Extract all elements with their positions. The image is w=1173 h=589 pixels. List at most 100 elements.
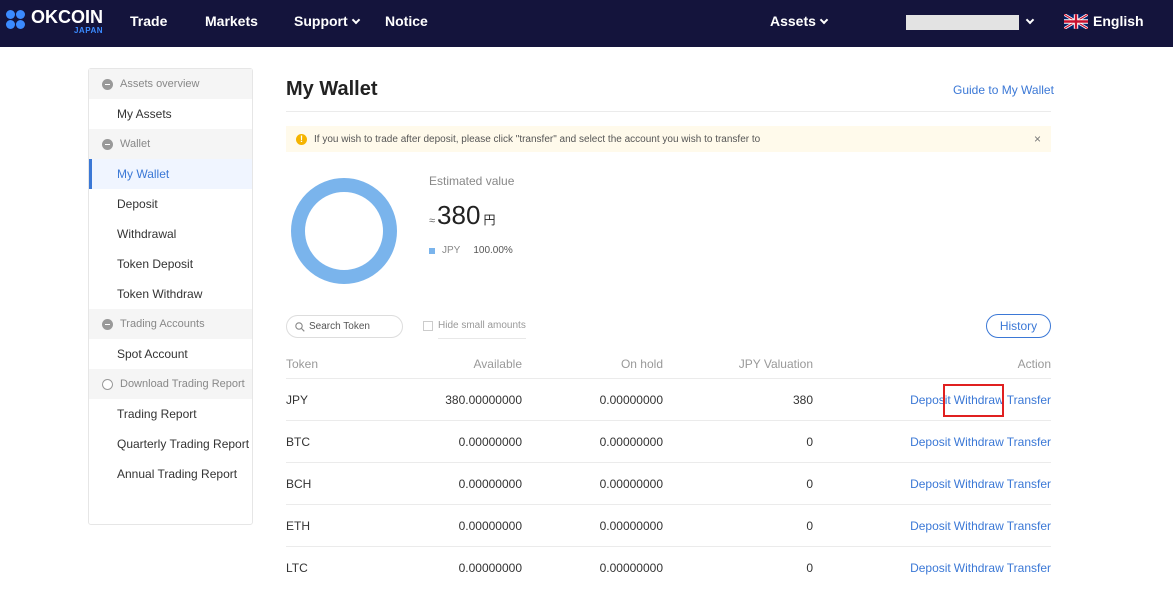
- table-row: BTC 0.00000000 0.00000000 0 Deposit Withd…: [286, 421, 1051, 463]
- close-icon[interactable]: ×: [1034, 132, 1041, 146]
- sidebar-item-trading-report[interactable]: Trading Report: [89, 399, 252, 429]
- withdraw-link[interactable]: Withdraw: [954, 477, 1004, 491]
- estimated-value-number: 380: [437, 200, 481, 230]
- valuation-cell: 0: [806, 477, 813, 491]
- withdraw-link[interactable]: Withdraw: [954, 435, 1004, 449]
- on-hold-cell: 0.00000000: [599, 435, 663, 449]
- sidebar-group-download-report: Download Trading Report: [89, 369, 252, 399]
- sidebar-item-spot-account[interactable]: Spot Account: [89, 339, 252, 369]
- search-icon: [295, 321, 305, 332]
- transfer-link[interactable]: Transfer: [1007, 477, 1051, 491]
- estimated-value-unit: 円: [483, 213, 496, 227]
- transfer-link[interactable]: Transfer: [1007, 435, 1051, 449]
- token-cell: BTC: [286, 435, 310, 449]
- transfer-notice: ! If you wish to trade after deposit, pl…: [286, 126, 1051, 152]
- sidebar-group-label: Download Trading Report: [120, 378, 245, 390]
- history-button[interactable]: History: [986, 314, 1051, 338]
- withdraw-link[interactable]: Withdraw: [954, 519, 1004, 533]
- table-row: LTC 0.00000000 0.00000000 0 Deposit Withd…: [286, 547, 1051, 589]
- transfer-link[interactable]: Transfer: [1007, 561, 1051, 575]
- sidebar-item-annual-report[interactable]: Annual Trading Report: [89, 459, 252, 489]
- token-cell: JPY: [286, 393, 309, 407]
- hide-small-underline: [438, 338, 526, 339]
- notice-text: If you wish to trade after deposit, plea…: [314, 133, 761, 145]
- nav-trade[interactable]: Trade: [130, 13, 167, 29]
- sidebar-item-withdrawal[interactable]: Withdrawal: [89, 219, 252, 249]
- hide-small-checkbox[interactable]: [423, 320, 433, 331]
- sidebar-group-label: Trading Accounts: [120, 318, 205, 330]
- user-menu-toggle[interactable]: [1022, 13, 1035, 29]
- logo-main-text: OKCOIN: [31, 7, 103, 27]
- col-action: Action: [1017, 357, 1051, 371]
- sidebar-item-token-deposit[interactable]: Token Deposit: [89, 249, 252, 279]
- withdraw-link[interactable]: Withdraw: [954, 561, 1004, 575]
- sidebar-group-label: Wallet: [120, 138, 151, 150]
- transfer-link[interactable]: Transfer: [1007, 519, 1051, 533]
- nav-support-label: Support: [294, 13, 348, 29]
- sidebar-group-label: Assets overview: [120, 78, 200, 90]
- sidebar-item-deposit[interactable]: Deposit: [89, 189, 252, 219]
- available-cell: 0.00000000: [458, 435, 522, 449]
- logo-text: OKCOIN JAPAN: [31, 8, 103, 35]
- on-hold-cell: 0.00000000: [599, 561, 663, 575]
- chevron-down-icon: [819, 15, 829, 25]
- token-cell: LTC: [286, 561, 308, 575]
- wallet-icon: [102, 138, 113, 150]
- okcoin-logo[interactable]: OKCOIN JAPAN: [6, 8, 103, 35]
- sidebar-group-wallet: Wallet: [89, 129, 252, 159]
- action-cell: Deposit Withdraw Transfer: [907, 519, 1051, 533]
- asset-donut-chart: [291, 178, 397, 284]
- table-row: JPY 380.00000000 0.00000000 380 Deposit W…: [286, 379, 1051, 421]
- legend-swatch: [429, 247, 435, 254]
- language-selector[interactable]: English: [1093, 13, 1144, 29]
- valuation-cell: 0: [806, 519, 813, 533]
- col-on-hold: On hold: [620, 357, 663, 371]
- page-title: My Wallet: [286, 78, 378, 100]
- valuation-cell: 0: [806, 435, 813, 449]
- sidebar: Assets overview My Assets Wallet My Wall…: [88, 68, 253, 525]
- deposit-link[interactable]: Deposit: [910, 561, 951, 575]
- col-jpy-valuation: JPY Valuation: [738, 357, 813, 371]
- valuation-cell: 0: [806, 561, 813, 575]
- sidebar-item-token-withdraw[interactable]: Token Withdraw: [89, 279, 252, 309]
- action-cell: Deposit Withdraw Transfer: [907, 477, 1051, 491]
- deposit-link[interactable]: Deposit: [910, 435, 951, 449]
- uk-flag-icon: [1064, 14, 1088, 29]
- user-account-redacted[interactable]: [906, 15, 1019, 30]
- nav-support[interactable]: Support: [294, 13, 360, 29]
- search-token-input[interactable]: Search Token: [286, 315, 403, 338]
- nav-notice[interactable]: Notice: [385, 13, 428, 29]
- on-hold-cell: 0.00000000: [599, 393, 663, 407]
- table-header: Token Available On hold JPY Valuation Ac…: [286, 357, 1051, 379]
- donut-legend: JPY 100.00%: [429, 245, 513, 256]
- legend-percent: 100.00%: [473, 245, 513, 256]
- warning-icon: !: [296, 133, 307, 145]
- transfer-link[interactable]: Transfer: [1007, 393, 1051, 407]
- available-cell: 0.00000000: [458, 519, 522, 533]
- table-row: BCH 0.00000000 0.00000000 0 Deposit Withd…: [286, 463, 1051, 505]
- token-cell: BCH: [286, 477, 312, 491]
- trading-accounts-icon: [102, 318, 113, 330]
- legend-currency: JPY: [442, 245, 461, 256]
- hide-small-amounts[interactable]: Hide small amounts: [423, 320, 526, 331]
- sidebar-item-my-assets[interactable]: My Assets: [89, 99, 252, 129]
- nav-markets[interactable]: Markets: [205, 13, 258, 29]
- withdraw-highlight-box: [943, 384, 1004, 417]
- assets-icon: [102, 78, 113, 90]
- guide-link[interactable]: Guide to My Wallet: [953, 83, 1054, 97]
- nav-assets[interactable]: Assets: [770, 13, 829, 29]
- sidebar-group-trading-accounts: Trading Accounts: [89, 309, 252, 339]
- download-report-icon: [102, 378, 113, 390]
- logo-dots-icon: [6, 10, 28, 30]
- deposit-link[interactable]: Deposit: [910, 519, 951, 533]
- action-cell: Deposit Withdraw Transfer: [907, 561, 1051, 575]
- deposit-link[interactable]: Deposit: [910, 477, 951, 491]
- sidebar-item-my-wallet[interactable]: My Wallet: [89, 159, 252, 189]
- logo-sub-text: JAPAN: [73, 26, 103, 35]
- table-row: ETH 0.00000000 0.00000000 0 Deposit Withd…: [286, 505, 1051, 547]
- available-cell: 380.00000000: [445, 393, 522, 407]
- col-token: Token: [286, 357, 319, 371]
- available-cell: 0.00000000: [458, 477, 522, 491]
- sidebar-item-quarterly-report[interactable]: Quarterly Trading Report: [89, 429, 252, 459]
- hide-small-label: Hide small amounts: [438, 320, 526, 331]
